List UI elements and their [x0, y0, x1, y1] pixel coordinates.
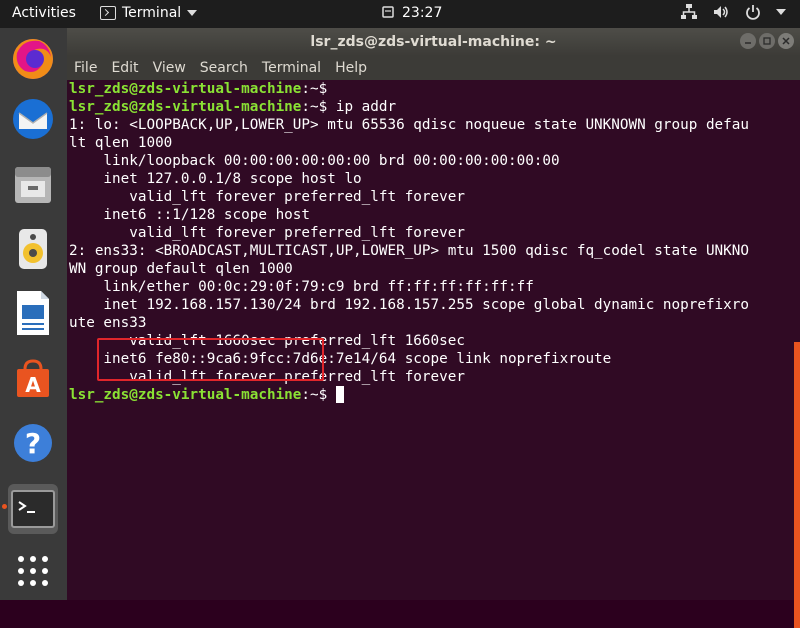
- prompt-suffix: :~$: [301, 387, 328, 403]
- prompt-line: lsr_zds@zds-virtual-machine:~$ ip addr: [69, 98, 789, 116]
- terminal-output[interactable]: lsr_zds@zds-virtual-machine:~$ lsr_zds@z…: [67, 80, 789, 600]
- terminal-window: lsr_zds@zds-virtual-machine: ~ File Edit…: [67, 28, 800, 628]
- software-center-icon: A: [17, 359, 49, 397]
- top-bar: Activities Terminal 23:27: [0, 0, 800, 28]
- prompt-suffix: :~$: [301, 99, 328, 115]
- clock[interactable]: 23:27: [382, 5, 442, 21]
- output-line: link/loopback 00:00:00:00:00:00 brd 00:0…: [69, 153, 560, 169]
- dock-firefox[interactable]: [8, 34, 58, 84]
- menu-search[interactable]: Search: [193, 60, 255, 76]
- close-icon: [782, 37, 790, 45]
- chevron-down-icon[interactable]: [776, 9, 786, 15]
- show-apps-icon: [18, 556, 48, 586]
- dock-show-apps[interactable]: [8, 546, 58, 596]
- volume-icon[interactable]: [712, 3, 730, 21]
- close-button[interactable]: [778, 33, 794, 49]
- terminal-icon: [11, 490, 55, 528]
- svg-text:?: ?: [25, 427, 41, 460]
- menu-view[interactable]: View: [146, 60, 193, 76]
- window-title: lsr_zds@zds-virtual-machine: ~: [310, 34, 557, 50]
- dock-help[interactable]: ?: [8, 418, 58, 468]
- power-icon[interactable]: [744, 3, 762, 21]
- svg-text:A: A: [25, 373, 41, 397]
- running-indicator: [2, 504, 7, 509]
- minimize-icon: [745, 42, 751, 44]
- maximize-button[interactable]: [759, 33, 775, 49]
- prompt-user-host: lsr_zds@zds-virtual-machine: [69, 387, 302, 403]
- minimize-button[interactable]: [740, 33, 756, 49]
- dock-terminal[interactable]: [8, 484, 58, 534]
- title-bar[interactable]: lsr_zds@zds-virtual-machine: ~: [67, 28, 800, 56]
- libreoffice-writer-icon: [17, 291, 49, 335]
- prompt-user-host: lsr_zds@zds-virtual-machine: [69, 99, 302, 115]
- output-line: 1: lo: <LOOPBACK,UP,LOWER_UP> mtu 65536 …: [69, 117, 749, 133]
- output-line: link/ether 00:0c:29:0f:79:c9 brd ff:ff:f…: [69, 279, 534, 295]
- menu-help[interactable]: Help: [328, 60, 374, 76]
- output-line: WN group default qlen 1000: [69, 261, 293, 277]
- chevron-down-icon: [187, 10, 198, 16]
- bell-icon: [382, 6, 394, 18]
- terminal-small-icon: [100, 6, 116, 20]
- dock-rhythmbox[interactable]: [8, 224, 58, 274]
- dock-thunderbird[interactable]: [8, 94, 58, 144]
- app-menu[interactable]: Terminal: [100, 5, 198, 21]
- thunderbird-icon: [13, 99, 53, 139]
- output-line: inet 127.0.0.1/8 scope host lo: [69, 171, 362, 187]
- help-icon: ?: [14, 424, 52, 462]
- prompt-line: lsr_zds@zds-virtual-machine:~$: [69, 386, 789, 404]
- scrollbar[interactable]: [794, 342, 800, 628]
- app-menu-label: Terminal: [122, 5, 182, 21]
- window-controls: [740, 33, 794, 49]
- text-cursor: [335, 386, 344, 403]
- menu-terminal[interactable]: Terminal: [255, 60, 328, 76]
- maximize-icon: [763, 37, 771, 45]
- prompt-suffix: :~$: [301, 81, 328, 97]
- prompt-line: lsr_zds@zds-virtual-machine:~$: [69, 80, 789, 98]
- output-line: inet6 ::1/128 scope host: [69, 207, 311, 223]
- output-line: valid_lft forever preferred_lft forever: [69, 189, 465, 205]
- output-line: lt qlen 1000: [69, 135, 173, 151]
- menu-file[interactable]: File: [67, 60, 104, 76]
- firefox-icon: [13, 39, 53, 79]
- annotation-highlight-box: [97, 338, 324, 381]
- command-text: ip addr: [327, 99, 397, 115]
- output-line: 2: ens33: <BROADCAST,MULTICAST,UP,LOWER_…: [69, 243, 749, 259]
- dock: A ?: [0, 28, 67, 600]
- output-line: ute ens33: [69, 315, 147, 331]
- clock-time: 23:27: [402, 5, 443, 21]
- system-tray[interactable]: [680, 3, 786, 21]
- network-icon[interactable]: [680, 3, 698, 21]
- dock-files[interactable]: [8, 160, 58, 210]
- activities-button[interactable]: Activities: [12, 5, 76, 21]
- output-line: valid_lft forever preferred_lft forever: [69, 225, 465, 241]
- menu-edit[interactable]: Edit: [104, 60, 145, 76]
- menu-bar: File Edit View Search Terminal Help: [67, 56, 800, 80]
- output-line: inet 192.168.157.130/24 brd 192.168.157.…: [69, 297, 749, 313]
- rhythmbox-icon: [19, 229, 47, 269]
- dock-software[interactable]: A: [8, 354, 58, 404]
- dock-writer[interactable]: [8, 288, 58, 338]
- files-icon: [15, 167, 51, 203]
- prompt-user-host: lsr_zds@zds-virtual-machine: [69, 81, 302, 97]
